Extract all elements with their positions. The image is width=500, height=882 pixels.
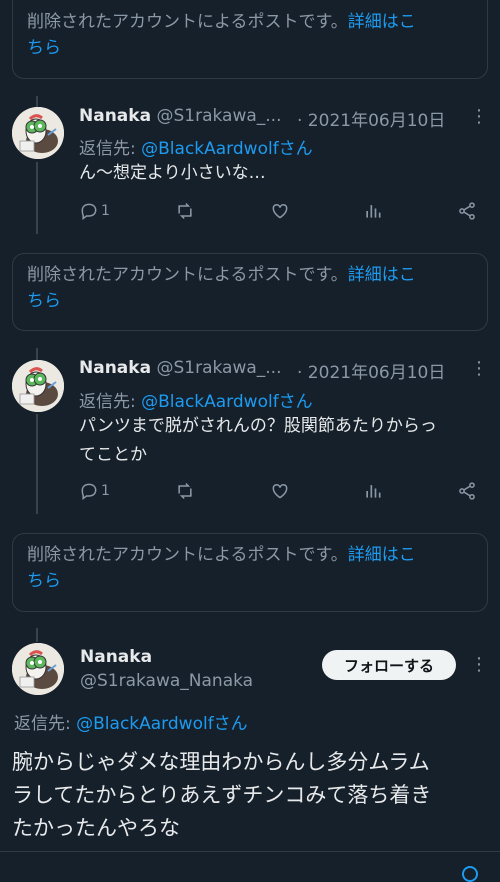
thread-line — [36, 628, 38, 642]
tweet-text-line: 腕からじゃダメな理由わからんし多分ムラム — [12, 750, 430, 774]
tweet-text: ん〜想定より小さいな… — [79, 159, 482, 188]
avatar[interactable] — [12, 360, 64, 412]
reply-icon — [81, 483, 97, 500]
like-button[interactable] — [270, 199, 290, 223]
follow-button[interactable]: フォローする — [322, 650, 456, 680]
author-handle[interactable]: @S1rakawa_Nanaka — [80, 668, 253, 694]
reply-button[interactable]: 1 — [79, 199, 110, 223]
share-icon — [459, 202, 475, 220]
deleted-notice-text: 削除されたアカウントによるポストです。 — [27, 545, 348, 565]
tweet-date[interactable]: · 2021年06月10日 — [297, 106, 445, 131]
tweet-date[interactable]: · 2021年06月10日 — [297, 358, 445, 383]
details-link[interactable]: 詳細はこ — [348, 545, 416, 565]
thread-line — [36, 162, 38, 234]
retweet-button[interactable] — [175, 479, 195, 503]
deleted-post-notice: 削除されたアカウントによるポストです。詳細はこ ちら — [12, 253, 488, 331]
retweet-icon — [178, 482, 192, 500]
reply-button[interactable]: 1 — [79, 479, 110, 503]
tweet-actions: 1 — [79, 199, 480, 223]
reply-prefix: 返信先: — [79, 139, 142, 159]
heart-icon — [272, 203, 288, 219]
reply-to-line: 返信先: @BlackAardwolfさん — [14, 709, 248, 734]
details-link-continued[interactable]: ちら — [27, 291, 61, 311]
main-tweet-text: 腕からじゃダメな理由わからんし多分ムラム ラしてたからとりあえずチンコみて落ち着… — [12, 746, 484, 845]
details-link-continued[interactable]: ちら — [27, 38, 61, 58]
avatar[interactable] — [12, 107, 64, 159]
views-icon — [366, 485, 381, 498]
heart-icon — [272, 483, 288, 499]
views-button[interactable] — [363, 199, 383, 223]
main-tweet-header: Nanaka @S1rakawa_Nanaka — [80, 646, 253, 694]
author-handle[interactable]: @S1rakawa_... — [156, 106, 281, 126]
deleted-post-notice: 削除されたアカウントによるポストです。詳細はこ ちら — [12, 0, 488, 79]
reply-to-link[interactable]: @BlackAardwolfさん — [76, 714, 248, 734]
share-icon — [459, 482, 475, 500]
deleted-notice-text: 削除されたアカウントによるポストです。 — [27, 265, 348, 285]
author-handle[interactable]: @S1rakawa_... — [156, 358, 281, 378]
more-dots-icon[interactable]: ⋮ — [470, 106, 488, 127]
divider — [0, 851, 500, 852]
reply-to-line: 返信先: @BlackAardwolfさん — [79, 134, 313, 159]
details-link[interactable]: 詳細はこ — [348, 12, 416, 32]
reply-prefix: 返信先: — [79, 392, 142, 412]
views-button[interactable] — [363, 479, 383, 503]
more-dots-icon[interactable]: ⋮ — [470, 358, 488, 379]
author-name[interactable]: Nanaka — [79, 358, 151, 378]
tweet-header: Nanaka @S1rakawa_... · 2021年06月10日 ⋮ — [79, 106, 488, 131]
share-button[interactable] — [457, 479, 477, 503]
retweet-button[interactable] — [175, 199, 195, 223]
details-link-continued[interactable]: ちら — [27, 571, 61, 591]
tweet-text-line: パンツまで脱がされんの？股関節あたりからっ — [79, 416, 437, 436]
details-link[interactable]: 詳細はこ — [348, 265, 416, 285]
author-name[interactable]: Nanaka — [79, 106, 151, 126]
tweet-header: Nanaka @S1rakawa_... · 2021年06月10日 ⋮ — [79, 358, 488, 383]
thread-line — [36, 414, 38, 514]
like-button[interactable] — [270, 479, 290, 503]
deleted-post-notice: 削除されたアカウントによるポストです。詳細はこ ちら — [12, 533, 488, 612]
tweet-actions: 1 — [79, 479, 480, 503]
views-icon — [366, 205, 381, 218]
tweet-text-line: てことか — [79, 445, 147, 465]
reply-count: 1 — [101, 203, 110, 219]
reply-to-line: 返信先: @BlackAardwolfさん — [79, 387, 313, 412]
tweet-text-line: ん〜想定より小さいな… — [79, 163, 266, 183]
avatar[interactable] — [12, 643, 64, 695]
retweet-icon — [178, 202, 192, 220]
reply-prefix: 返信先: — [14, 714, 77, 734]
reply-to-link[interactable]: @BlackAardwolfさん — [141, 392, 313, 412]
more-dots-icon[interactable]: ⋮ — [470, 654, 488, 675]
author-name[interactable]: Nanaka — [80, 646, 253, 668]
tweet-text-line: ラしてたからとりあえずチンコみて落ち着き — [12, 783, 432, 807]
tweet-text-line: たかったんやろな — [12, 816, 180, 840]
share-button[interactable] — [457, 199, 477, 223]
reply-to-link[interactable]: @BlackAardwolfさん — [141, 139, 313, 159]
reply-count: 1 — [101, 483, 110, 499]
tweet-text: パンツまで脱がされんの？股関節あたりからっ てことか — [79, 412, 482, 470]
refresh-icon[interactable] — [462, 866, 478, 882]
reply-icon — [81, 203, 97, 220]
deleted-notice-text: 削除されたアカウントによるポストです。 — [27, 12, 348, 32]
